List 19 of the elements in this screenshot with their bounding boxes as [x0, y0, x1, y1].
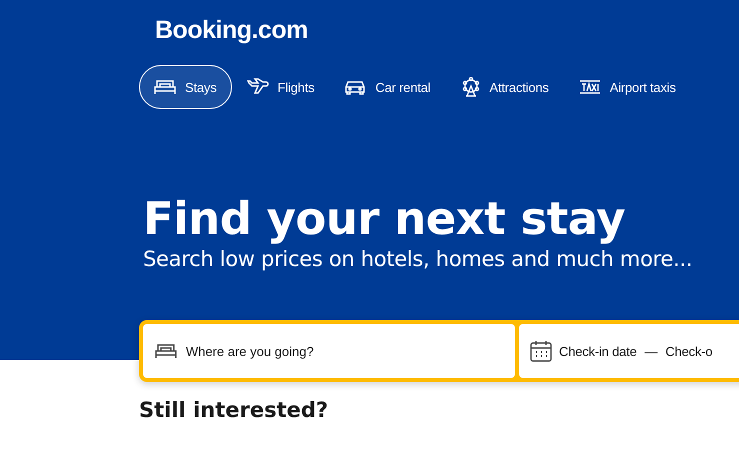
nav-tab[interactable]: Stays: [139, 65, 232, 109]
nav-tab[interactable]: Airport taxis: [564, 65, 691, 109]
bed-icon: [154, 78, 176, 96]
ferris-wheel-icon: [460, 77, 480, 97]
check-out-date: Check-o: [665, 344, 712, 358]
check-in-date: Check-in date: [559, 344, 637, 358]
nav-tab[interactable]: Attractions: [446, 65, 564, 109]
airplane-icon: [246, 78, 269, 96]
dates-field[interactable]: Check-in date — Check-o: [519, 324, 739, 378]
hero-title: Find your next stay: [143, 193, 626, 245]
date-separator: —: [644, 344, 658, 358]
taxi-icon: [578, 79, 601, 95]
bed-icon: [155, 342, 177, 360]
hero-subtitle: Search low prices on hotels, homes and much more...: [143, 247, 694, 271]
section-title: Still interested?: [139, 398, 330, 422]
nav-tab[interactable]: Flights: [232, 65, 330, 109]
nav-tab[interactable]: Car rental: [329, 65, 446, 109]
logo[interactable]: Booking.com: [139, 0, 308, 46]
calendar-icon: [529, 339, 553, 363]
